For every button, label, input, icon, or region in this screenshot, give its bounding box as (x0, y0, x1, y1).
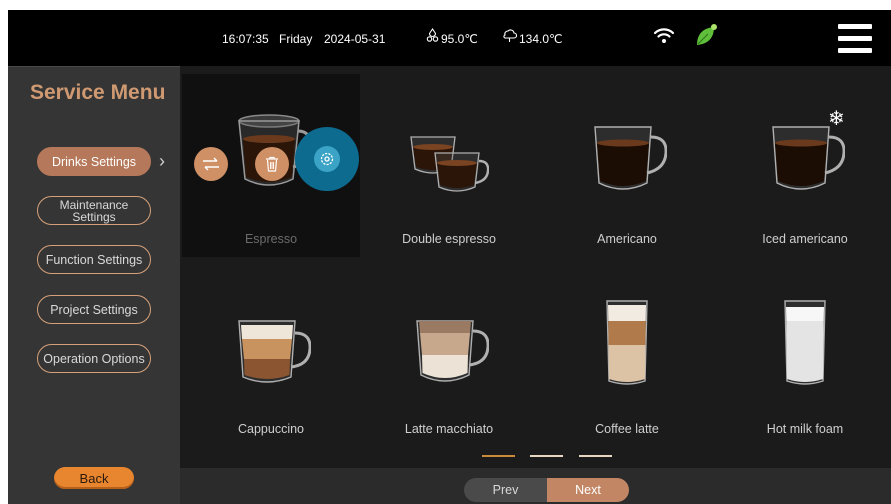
sidebar-item-drinks-settings[interactable]: Drinks Settings (37, 147, 151, 176)
swap-button[interactable] (194, 147, 228, 181)
sidebar-item-label: Drinks Settings (51, 154, 137, 169)
sidebar-item-maintenance-settings[interactable]: Maintenance Settings (37, 196, 151, 225)
sidebar: Service Menu Drinks Settings › Maintenan… (8, 66, 180, 504)
drink-tile-coffee-latte[interactable]: Coffee latte (538, 264, 716, 447)
next-button[interactable]: Next (547, 478, 629, 502)
clock-time: 16:07:35 (222, 32, 269, 46)
drink-tile-latte-macchiato[interactable]: Latte macchiato (360, 264, 538, 447)
drink-settings-button[interactable] (295, 127, 359, 191)
drink-tile-hot-milk-foam[interactable]: Hot milk foam (716, 264, 891, 447)
drink-label: Double espresso (402, 232, 496, 246)
drink-label: Espresso (244, 232, 298, 246)
double-espresso-cups-image (410, 136, 489, 192)
sidebar-item-project-settings[interactable]: Project Settings (37, 295, 151, 324)
drink-tile-double-espresso[interactable]: Double espresso (360, 74, 538, 257)
snowflake-icon: ❄ (828, 108, 845, 130)
drink-label: Coffee latte (595, 422, 659, 436)
page-indicator-2[interactable] (530, 455, 563, 457)
clock-date: 2024-05-31 (324, 32, 386, 46)
status-bar: 16:07:35 Friday 2024-05-31 95.0℃ 134.0℃ (8, 10, 891, 66)
drink-tile-iced-americano[interactable]: Iced americano (716, 74, 891, 257)
drink-label: Americano (597, 232, 657, 246)
drink-label: Iced americano (762, 232, 848, 246)
drink-tile-americano[interactable]: Americano (538, 74, 716, 257)
trash-icon (266, 156, 278, 172)
sidebar-item-operation-options[interactable]: Operation Options (37, 344, 151, 373)
drink-label: Hot milk foam (766, 422, 844, 436)
back-button[interactable]: Back (54, 467, 134, 489)
latte-macchiato-cup-image (416, 320, 489, 382)
hamburger-menu-icon[interactable] (838, 22, 872, 54)
americano-cup-image (594, 126, 667, 190)
delete-button[interactable] (255, 147, 289, 181)
sidebar-item-function-settings[interactable]: Function Settings (37, 245, 151, 274)
milk-foam-glass-image (784, 300, 826, 385)
wifi-icon (653, 26, 675, 49)
pagination-bar: Prev Next (180, 468, 891, 504)
cappuccino-cup-image (238, 320, 311, 383)
drink-label: Cappuccino (237, 422, 304, 436)
drink-tile-cappuccino[interactable]: Cappuccino (182, 264, 360, 447)
settings-icon (320, 152, 334, 166)
leaf-icon[interactable] (694, 22, 718, 53)
sidebar-title: Service Menu (30, 81, 166, 104)
water-temp-icon (426, 28, 439, 48)
chevron-right-icon: › (159, 151, 165, 171)
coffee-latte-glass-image (606, 300, 648, 385)
clock-day: Friday (279, 32, 313, 46)
prev-button[interactable]: Prev (464, 478, 547, 502)
steam-temperature: 134.0℃ (519, 32, 563, 46)
sidebar-item-label: Operation Options (43, 351, 145, 366)
swap-icon (203, 157, 219, 171)
drinks-grid: Espresso Double espresso Americano Iced … (180, 66, 891, 472)
drink-tile-espresso[interactable]: Espresso (182, 74, 360, 257)
sidebar-item-label: Project Settings (50, 302, 138, 317)
water-temperature: 95.0℃ (441, 32, 478, 46)
sidebar-item-label: Maintenance Settings (59, 198, 129, 224)
app-frame: 16:07:35 Friday 2024-05-31 95.0℃ 134.0℃ (8, 10, 891, 504)
page-indicator-1[interactable] (482, 455, 515, 457)
drink-label: Latte macchiato (404, 422, 494, 436)
sidebar-item-label: Function Settings (45, 252, 143, 267)
steam-temp-icon (502, 28, 518, 48)
page-indicator-3[interactable] (579, 455, 612, 457)
